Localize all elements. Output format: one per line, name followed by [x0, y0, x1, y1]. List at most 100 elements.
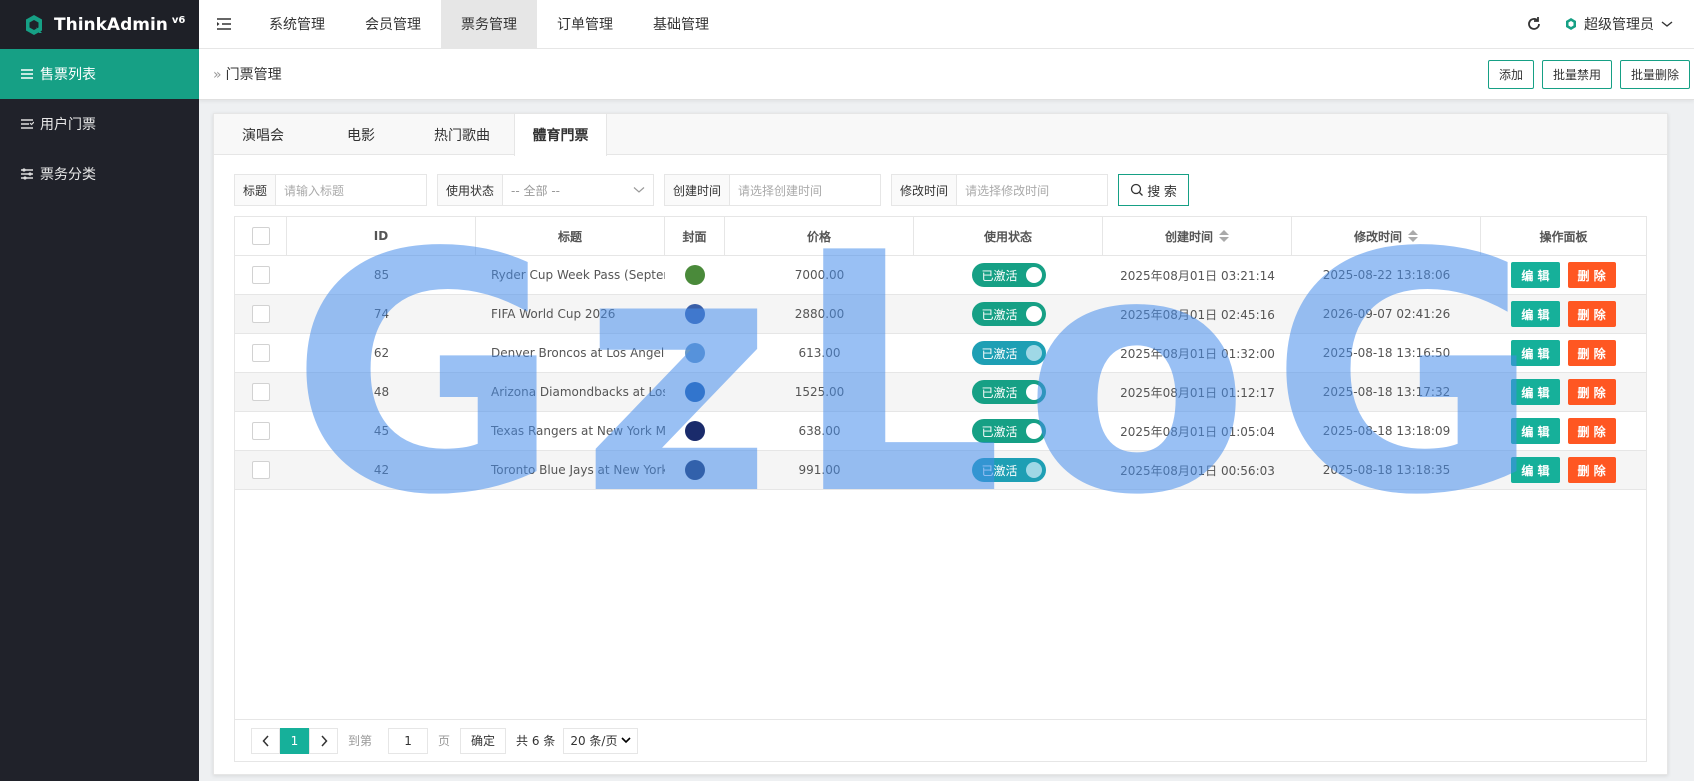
nav-tickets[interactable]: 票务管理	[441, 0, 537, 49]
header-id: ID	[287, 217, 476, 255]
nav-orders[interactable]: 订单管理	[537, 0, 633, 49]
cover-image[interactable]	[685, 343, 705, 363]
delete-button[interactable]: 删 除	[1567, 457, 1616, 483]
cover-image[interactable]	[685, 421, 705, 441]
page-input[interactable]: 1	[388, 727, 429, 754]
row-created: 2025年08月01日 01:05:04	[1120, 424, 1275, 439]
modified-date-input[interactable]: 请选择修改时间	[957, 175, 1107, 205]
user-menu[interactable]: 超级管理员	[1554, 14, 1694, 34]
status-select[interactable]: -- 全部 --	[503, 175, 653, 205]
sliders-icon	[21, 168, 33, 180]
edit-button[interactable]: 编 辑	[1511, 418, 1560, 444]
row-modified: 2025-08-18 13:18:35	[1322, 463, 1451, 477]
edit-button[interactable]: 编 辑	[1511, 457, 1560, 483]
table-row: 62 Denver Broncos at Los Angeles C 613.00 已…	[235, 334, 1646, 373]
row-title: Arizona Diamondbacks at Los An	[491, 385, 665, 399]
row-id: 85	[373, 268, 390, 282]
chevron-down-icon	[633, 187, 645, 193]
row-checkbox[interactable]	[252, 344, 270, 362]
refresh-icon	[1528, 17, 1540, 30]
row-modified: 2025-08-18 13:18:09	[1322, 424, 1451, 438]
sidebar-item-user-tickets[interactable]: 用户门票	[0, 99, 199, 149]
sort-icon[interactable]	[1408, 230, 1418, 242]
row-checkbox[interactable]	[252, 461, 270, 479]
row-checkbox[interactable]	[252, 266, 270, 284]
title-filter-label: 标题	[235, 175, 277, 205]
chevron-left-icon	[261, 734, 269, 747]
delete-button[interactable]: 删 除	[1567, 262, 1616, 288]
cover-image[interactable]	[685, 304, 705, 324]
next-page-button[interactable]	[309, 727, 338, 754]
row-price: 991.00	[798, 463, 841, 477]
cover-image[interactable]	[685, 265, 705, 285]
search-button[interactable]: 搜 索	[1118, 174, 1190, 206]
created-date-input[interactable]: 请选择创建时间	[730, 175, 880, 205]
batch-disable-button[interactable]: 批量禁用	[1541, 59, 1612, 89]
select-all-checkbox[interactable]	[251, 227, 270, 245]
row-title: Denver Broncos at Los Angeles C	[491, 346, 665, 360]
sidebar-item-ticket-list[interactable]: 售票列表	[0, 49, 199, 99]
status-toggle[interactable]: 已激活	[971, 380, 1046, 404]
app-logo[interactable]: ThinkAdmin v6	[0, 0, 199, 49]
row-created: 2025年08月01日 01:32:00	[1120, 346, 1275, 361]
sidebar-item-label: 用户门票	[40, 117, 96, 133]
nav-basic[interactable]: 基础管理	[633, 0, 729, 49]
status-filter: 使用状态 -- 全部 --	[437, 174, 655, 206]
edit-button[interactable]: 编 辑	[1511, 379, 1560, 405]
tab-songs[interactable]: 热门歌曲	[410, 114, 514, 155]
app-version: v6	[171, 15, 186, 26]
status-toggle[interactable]: 已激活	[971, 263, 1046, 287]
nav-system[interactable]: 系统管理	[249, 0, 345, 49]
goto-label: 到第	[348, 734, 373, 748]
add-button[interactable]: 添加	[1487, 59, 1534, 89]
list-icon	[21, 69, 33, 79]
cover-image[interactable]	[685, 382, 705, 402]
header-created[interactable]: 创建时间	[1103, 217, 1292, 255]
status-toggle[interactable]: 已激活	[971, 302, 1046, 326]
delete-button[interactable]: 删 除	[1567, 418, 1616, 444]
row-modified: 2026-09-07 02:41:26	[1322, 307, 1451, 321]
tab-movie[interactable]: 电影	[312, 114, 410, 155]
table-header: ID 标题 封面 价格 使用状态 创建时间 修改时间 操作面板	[235, 217, 1646, 256]
delete-button[interactable]: 删 除	[1567, 379, 1616, 405]
sidebar-item-ticket-category[interactable]: 票务分类	[0, 149, 199, 199]
status-toggle[interactable]: 已激活	[971, 458, 1046, 482]
row-modified: 2025-08-18 13:17:32	[1322, 385, 1451, 399]
row-checkbox[interactable]	[252, 305, 270, 323]
status-toggle[interactable]: 已激活	[971, 341, 1046, 365]
tab-sports[interactable]: 體育門票	[514, 114, 607, 156]
row-id: 45	[373, 424, 390, 438]
row-title: FIFA World Cup 2026	[491, 307, 616, 321]
edit-button[interactable]: 编 辑	[1511, 301, 1560, 327]
chevron-down-icon	[1661, 21, 1673, 27]
nav-members[interactable]: 会员管理	[345, 0, 441, 49]
edit-button[interactable]: 编 辑	[1511, 262, 1560, 288]
batch-delete-button[interactable]: 批量删除	[1619, 59, 1690, 89]
row-title: Texas Rangers at New York Mets	[491, 424, 665, 438]
search-filters: 标题 请输入标题 使用状态 -- 全部 -- 创建时间 请选择创建时间 修改时间…	[234, 174, 1190, 206]
sidebar-item-label: 售票列表	[40, 67, 96, 83]
prev-page-button[interactable]	[251, 727, 280, 754]
row-created: 2025年08月01日 01:12:17	[1120, 385, 1275, 400]
top-navbar: 系统管理 会员管理 票务管理 订单管理 基础管理 超级管理员	[199, 0, 1694, 49]
delete-button[interactable]: 删 除	[1567, 301, 1616, 327]
status-toggle[interactable]: 已激活	[971, 419, 1046, 443]
search-button-label: 搜 索	[1147, 183, 1177, 199]
row-price: 1525.00	[794, 385, 845, 399]
delete-button[interactable]: 删 除	[1567, 340, 1616, 366]
title-input[interactable]: 请输入标题	[276, 175, 426, 205]
header-modified[interactable]: 修改时间	[1292, 217, 1481, 255]
goto-confirm-button[interactable]: 确定	[460, 727, 507, 754]
double-chevron-icon: »	[213, 67, 222, 83]
page-1-button[interactable]: 1	[280, 727, 309, 754]
refresh-button[interactable]	[1514, 0, 1554, 49]
row-checkbox[interactable]	[252, 383, 270, 401]
row-price: 638.00	[798, 424, 841, 438]
row-checkbox[interactable]	[252, 422, 270, 440]
edit-button[interactable]: 编 辑	[1511, 340, 1560, 366]
cover-image[interactable]	[685, 460, 705, 480]
sort-icon[interactable]	[1219, 230, 1229, 242]
menu-fold-button[interactable]	[199, 0, 249, 49]
tab-concert[interactable]: 演唱会	[214, 114, 312, 155]
page-size-select[interactable]: 20 条/页	[563, 727, 639, 754]
